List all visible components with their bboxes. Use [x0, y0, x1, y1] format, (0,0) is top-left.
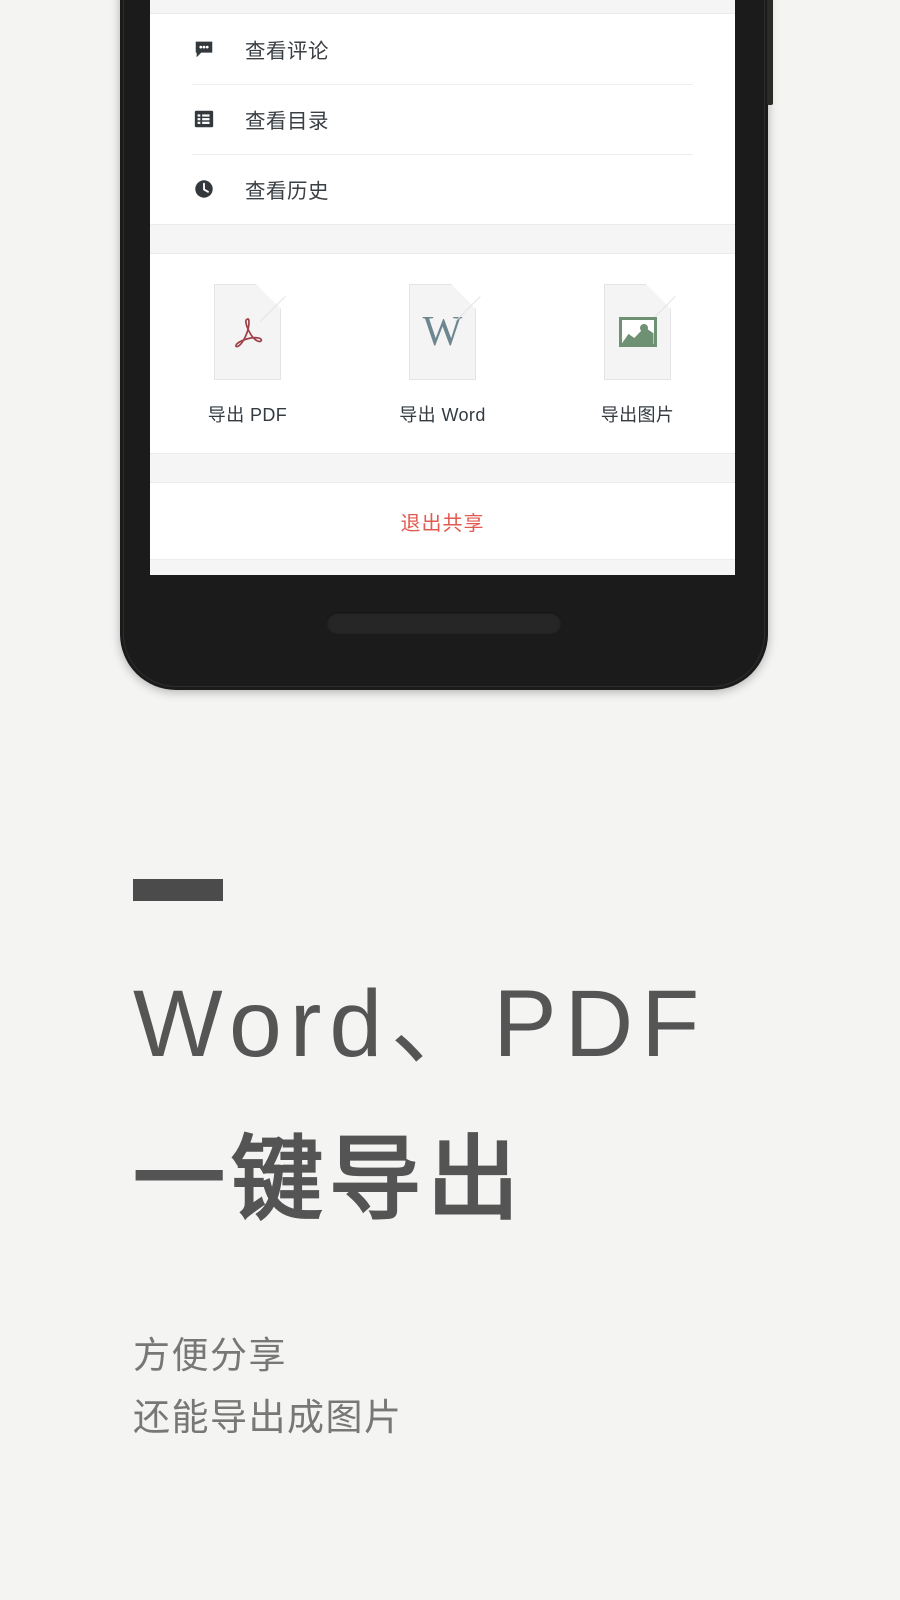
acrobat-glyph: [234, 318, 262, 348]
page-fold-corner: [256, 284, 281, 309]
mountain-shape: [621, 327, 654, 344]
menu-item-view-contents[interactable]: 查看目录: [192, 84, 693, 154]
export-option-label: 导出 PDF: [207, 405, 288, 425]
word-file-icon: W: [409, 284, 481, 380]
exit-share-label: 退出共享: [400, 512, 485, 535]
menu-item-view-history[interactable]: 查看历史: [192, 154, 693, 224]
pdf-file-icon: [214, 284, 286, 380]
export-image-button[interactable]: 导出图片: [540, 284, 735, 427]
accent-bar: [133, 879, 223, 901]
exit-share-button[interactable]: 退出共享: [150, 483, 735, 559]
sheet-menu-list: 查看评论 查看目录 查看历史: [150, 14, 735, 224]
page-fold-corner: [646, 284, 671, 309]
share-action-sheet: 查看评论 查看目录 查看历史 导出 PDF W 导出 Word 导出图片 退出共…: [150, 0, 735, 575]
export-pdf-button[interactable]: 导出 PDF: [150, 284, 345, 427]
headline-line-1: Word、PDF: [133, 971, 708, 1077]
phone-screen: 查看评论 查看目录 查看历史 导出 PDF W 导出 Word 导出图片 退出共…: [150, 0, 735, 575]
export-options-row: 导出 PDF W 导出 Word 导出图片: [150, 254, 735, 453]
word-w-glyph: W: [422, 309, 463, 355]
comment-icon: [192, 37, 216, 61]
picture-glyph: [618, 317, 657, 347]
menu-item-label: 查看评论: [245, 40, 329, 63]
export-word-button[interactable]: W 导出 Word: [345, 284, 540, 427]
sheet-bottom-cap: [150, 559, 735, 575]
promo-page: 查看评论 查看目录 查看历史 导出 PDF W 导出 Word 导出图片 退出共…: [0, 0, 900, 1600]
phone-mockup: 查看评论 查看目录 查看历史 导出 PDF W 导出 Word 导出图片 退出共…: [120, 0, 773, 690]
sheet-exit-divider: [150, 453, 735, 483]
page-fold-corner: [451, 284, 476, 309]
export-option-label: 导出图片: [600, 405, 675, 425]
sheet-section-divider: [150, 224, 735, 254]
subtitle-line-1: 方便分享: [133, 1335, 287, 1376]
list-icon: [192, 107, 216, 131]
image-file-icon: [604, 284, 676, 380]
power-button[interactable]: [767, 0, 773, 105]
speaker-grille: [326, 612, 562, 634]
menu-item-label: 查看目录: [245, 110, 329, 133]
sheet-top-divider: [150, 0, 735, 14]
headline-line-2: 一键导出: [133, 1129, 526, 1231]
clock-icon: [192, 177, 216, 201]
subtitle-line-2: 还能导出成图片: [133, 1397, 403, 1438]
menu-item-view-comments[interactable]: 查看评论: [192, 14, 693, 84]
export-option-label: 导出 Word: [399, 405, 486, 425]
menu-item-label: 查看历史: [245, 180, 329, 203]
